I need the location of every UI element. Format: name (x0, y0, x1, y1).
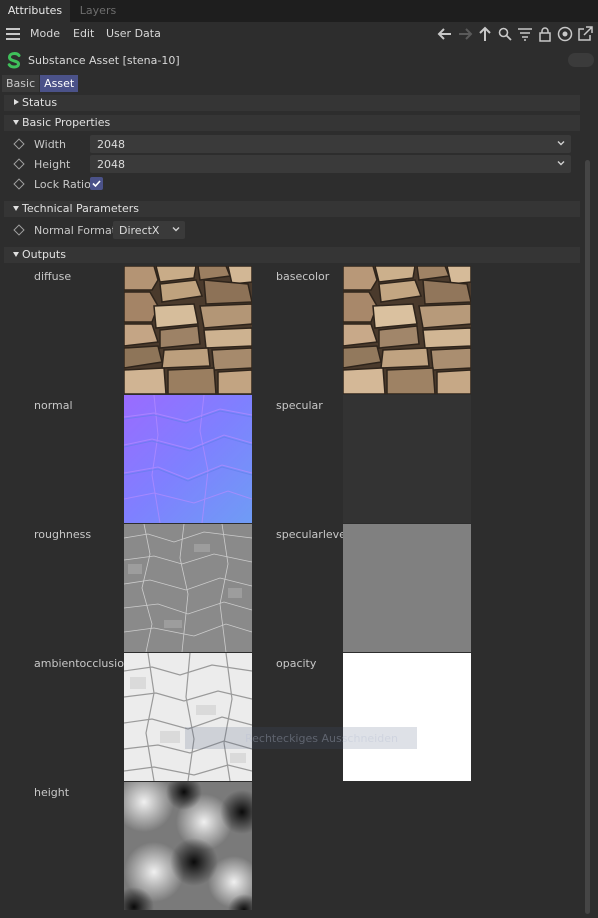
panel-tab-bar: Attributes Layers (0, 0, 598, 22)
output-label-height: height (34, 786, 70, 799)
output-label-specularlevel: specularlevel (276, 528, 349, 541)
menu-user-data[interactable]: User Data (106, 27, 161, 40)
normal-format-label: Normal Format (34, 224, 117, 237)
lock-ratio-checkbox[interactable] (90, 177, 103, 190)
filter-icon[interactable] (516, 25, 534, 43)
section-title: Status (22, 96, 58, 109)
substance-logo-icon (7, 51, 21, 69)
up-arrow-icon[interactable] (476, 25, 494, 43)
normal-format-dropdown[interactable]: DirectX (113, 221, 185, 239)
height-dropdown[interactable]: 2048 (90, 155, 571, 173)
expanded-triangle-icon (13, 206, 19, 211)
prop-width: Width 2048 (0, 135, 598, 153)
section-basic-properties[interactable]: Basic Properties (4, 115, 580, 131)
keyframe-diamond-icon[interactable] (13, 158, 25, 170)
target-icon[interactable] (556, 25, 574, 43)
specularlevel-swatch[interactable] (343, 524, 471, 652)
toolbar-icons (436, 25, 594, 43)
height-label: Height (34, 158, 71, 171)
output-label-ambientocclusion: ambientocclusion (34, 657, 131, 670)
diffuse-thumbnail[interactable] (124, 266, 252, 394)
ghost-tooltip-text: Rechteckiges Ausschneiden (245, 732, 398, 745)
prop-height: Height 2048 (0, 155, 598, 173)
checkmark-icon (92, 180, 101, 188)
menu-edit[interactable]: Edit (73, 27, 94, 40)
hamburger-menu-icon[interactable] (6, 28, 20, 40)
keyframe-diamond-icon[interactable] (13, 224, 25, 236)
lock-icon[interactable] (536, 25, 554, 43)
normal-thumbnail[interactable] (124, 395, 252, 523)
chevron-down-icon (557, 161, 565, 166)
prop-normal-format: Normal Format DirectX (0, 221, 598, 239)
section-title: Basic Properties (22, 116, 111, 129)
subtab-basic[interactable]: Basic (2, 75, 40, 92)
chevron-down-icon (557, 141, 565, 146)
chevron-down-icon (172, 227, 180, 232)
tab-layers[interactable]: Layers (70, 0, 126, 22)
keyframe-diamond-icon[interactable] (13, 138, 25, 150)
width-value: 2048 (97, 138, 125, 151)
expanded-triangle-icon (13, 120, 19, 125)
menu-mode[interactable]: Mode (30, 27, 60, 40)
menu-bar: Mode Edit User Data (0, 22, 598, 46)
width-label: Width (34, 138, 66, 151)
basecolor-thumbnail[interactable] (343, 266, 471, 394)
tab-attributes[interactable]: Attributes (0, 0, 70, 22)
output-label-basecolor: basecolor (276, 270, 330, 283)
lock-ratio-label: Lock Ratio (34, 178, 91, 191)
output-label-specular: specular (276, 399, 323, 412)
back-arrow-icon[interactable] (436, 25, 454, 43)
object-title: Substance Asset [stena-10] (28, 54, 180, 67)
section-title: Technical Parameters (22, 202, 139, 215)
output-label-roughness: roughness (34, 528, 92, 541)
section-title: Outputs (22, 248, 66, 261)
section-technical-parameters[interactable]: Technical Parameters (4, 201, 580, 217)
vertical-scrollbar[interactable] (585, 160, 590, 914)
height-thumbnail[interactable] (124, 782, 252, 910)
output-label-normal: normal (34, 399, 73, 412)
specular-swatch[interactable] (343, 395, 471, 523)
visibility-toggle[interactable] (568, 53, 594, 67)
output-label-diffuse: diffuse (34, 270, 72, 283)
expanded-triangle-icon (13, 252, 19, 257)
ghost-tooltip: Rechteckiges Ausschneiden (185, 727, 417, 749)
search-icon[interactable] (496, 25, 514, 43)
collapsed-triangle-icon (14, 99, 19, 105)
opacity-swatch[interactable] (343, 653, 471, 781)
width-dropdown[interactable]: 2048 (90, 135, 571, 153)
new-window-icon[interactable] (576, 25, 594, 43)
section-status[interactable]: Status (4, 95, 580, 111)
attribute-subtabs: Basic Asset (2, 75, 79, 92)
normal-format-value: DirectX (119, 224, 160, 237)
roughness-thumbnail[interactable] (124, 524, 252, 652)
prop-lock-ratio: Lock Ratio (0, 175, 598, 193)
forward-arrow-icon[interactable] (456, 25, 474, 43)
ambientocclusion-thumbnail[interactable] (124, 653, 252, 781)
object-header: Substance Asset [stena-10] (0, 48, 598, 72)
height-value: 2048 (97, 158, 125, 171)
output-label-opacity: opacity (276, 657, 317, 670)
subtab-asset[interactable]: Asset (40, 75, 79, 92)
keyframe-diamond-icon[interactable] (13, 178, 25, 190)
section-outputs[interactable]: Outputs (4, 247, 580, 263)
